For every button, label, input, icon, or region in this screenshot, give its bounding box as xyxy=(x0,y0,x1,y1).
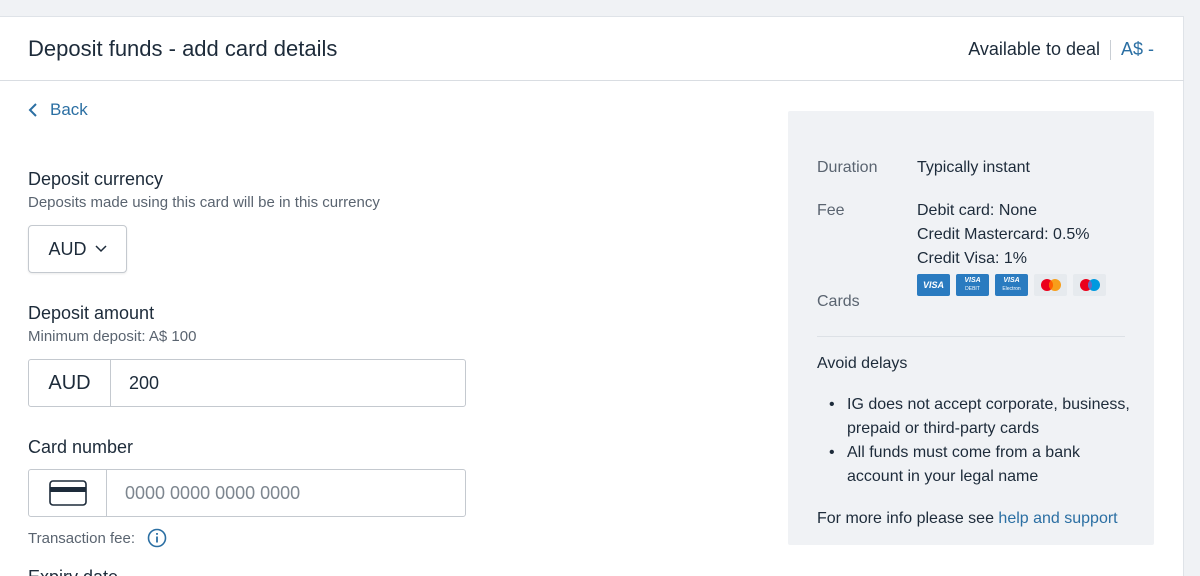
available-to-deal: Available to deal A$ - xyxy=(968,39,1154,60)
fee-values: Debit card: None Credit Mastercard: 0.5%… xyxy=(917,199,1090,271)
visa-logo: VISA xyxy=(917,274,950,296)
card-number-label: Card number xyxy=(28,437,134,457)
deposit-amount-hint: Minimum deposit: A$ 100 xyxy=(28,328,197,345)
card-logos: VISA VISA DEBIT VISA Electron xyxy=(917,274,1106,296)
fee-credit-visa: Credit Visa: 1% xyxy=(917,250,1027,267)
card-number-input[interactable] xyxy=(107,470,465,516)
deposit-info-box: Duration Typically instant Fee Debit car… xyxy=(788,111,1154,545)
more-info-prefix: For more info please see xyxy=(817,510,999,527)
deposit-amount-field[interactable]: AUD 200 xyxy=(28,359,466,407)
chevron-down-icon xyxy=(94,245,107,253)
page-title: Deposit funds - add card details xyxy=(28,36,338,61)
expiry-date-label: Expiry date xyxy=(28,567,118,576)
deposit-currency-hint: Deposits made using this card will be in… xyxy=(28,194,380,211)
back-link[interactable]: Back xyxy=(26,100,88,120)
available-value[interactable]: A$ - xyxy=(1121,39,1154,60)
divider xyxy=(1109,39,1111,60)
cards-key: Cards xyxy=(817,293,860,310)
visa-electron-logo: VISA Electron xyxy=(995,274,1028,296)
more-info: For more info please see help and suppor… xyxy=(817,510,1118,528)
deposit-panel: Deposit funds - add card details Availab… xyxy=(0,16,1184,576)
mastercard-logo xyxy=(1034,274,1067,296)
transaction-fee: Transaction fee: xyxy=(28,528,167,548)
fee-credit-mastercard: Credit Mastercard: 0.5% xyxy=(917,226,1090,243)
visa-debit-logo: VISA DEBIT xyxy=(956,274,989,296)
back-label: Back xyxy=(50,100,88,119)
duration-key: Duration xyxy=(817,159,878,176)
currency-dropdown-value: AUD xyxy=(48,238,87,259)
currency-dropdown[interactable]: AUD xyxy=(28,225,127,273)
transaction-fee-label: Transaction fee: xyxy=(28,529,135,547)
list-item: All funds must come from a bank account … xyxy=(817,441,1137,489)
maestro-logo xyxy=(1073,274,1106,296)
card-number-field[interactable] xyxy=(28,469,466,517)
duration-value: Typically instant xyxy=(917,159,1030,176)
info-divider xyxy=(817,336,1125,337)
fee-debit: Debit card: None xyxy=(917,202,1038,219)
avoid-delays-list: IG does not accept corporate, business, … xyxy=(817,393,1137,489)
deposit-currency-label: Deposit currency xyxy=(28,169,164,189)
avoid-delays-title: Avoid delays xyxy=(817,355,908,372)
deposit-amount-label: Deposit amount xyxy=(28,303,155,323)
amount-currency-prefix: AUD xyxy=(29,360,111,406)
chevron-left-icon xyxy=(28,103,37,117)
info-icon[interactable] xyxy=(147,528,167,548)
credit-card-icon xyxy=(29,470,107,516)
available-label: Available to deal xyxy=(968,39,1100,59)
help-and-support-link[interactable]: help and support xyxy=(998,510,1117,527)
page-header: Deposit funds - add card details Availab… xyxy=(0,17,1184,81)
list-item: IG does not accept corporate, business, … xyxy=(817,393,1137,441)
amount-input[interactable]: 200 xyxy=(111,360,465,406)
fee-key: Fee xyxy=(817,202,845,219)
